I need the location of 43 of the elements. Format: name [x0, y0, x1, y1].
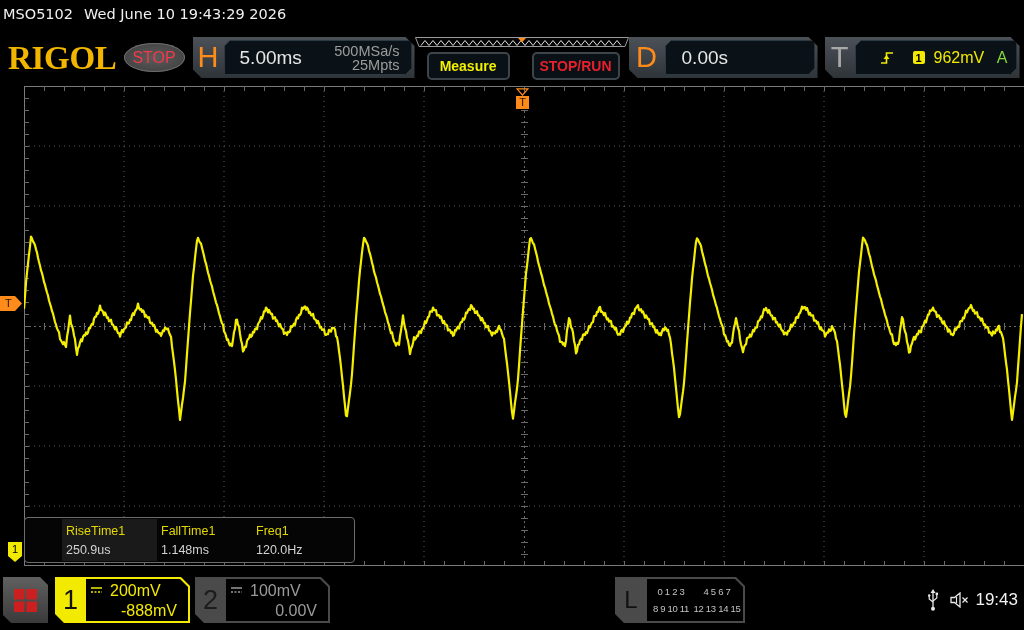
speaker-muted-icon: [950, 592, 970, 608]
timebase-value: 5.00ms: [239, 46, 302, 69]
digital-channel-numbers: 0 1 2 3: [656, 585, 686, 598]
trigger-button[interactable]: T 1 962mV A: [824, 37, 1020, 78]
memory-depth: 25Mpts: [351, 57, 400, 72]
measure-button[interactable]: Measure: [426, 52, 510, 80]
channel-offset: -888mV: [120, 600, 177, 620]
trigger-position-marker: T: [516, 88, 529, 109]
menu-button[interactable]: [3, 577, 48, 623]
channel-scale: 200mV: [110, 580, 161, 600]
digital-channel-numbers: 12 13 14 15: [692, 602, 742, 615]
dc-coupling-icon: [91, 587, 102, 593]
trigger-sweep-mode: A: [996, 48, 1008, 67]
stop-run-button[interactable]: STOP/RUN: [531, 52, 620, 80]
digital-channel-numbers: 8 9 10 11: [651, 602, 691, 615]
trigger-level: 962mV: [933, 48, 985, 67]
channel-offset: 0.00V: [275, 600, 317, 620]
measurement-label: Freq1: [256, 523, 290, 538]
channel-marker: 1: [8, 542, 22, 562]
digital-channel-numbers: 4 5 6 7: [702, 585, 732, 598]
sample-rate: 500MSa/s: [334, 43, 400, 58]
delay-value: 0.00s: [681, 46, 728, 69]
measurement-value: 250.9us: [66, 542, 112, 557]
delay-button[interactable]: D 0.00s: [628, 37, 818, 78]
channel-scale: 100mV: [250, 580, 301, 600]
horizontal-button[interactable]: H 5.00ms 500MSa/s 25Mpts: [192, 37, 415, 78]
channel-button[interactable]: 1 200mV -888mV: [55, 577, 190, 623]
model-name: MSO5102: [3, 6, 74, 22]
measurement-label: RiseTime1: [66, 523, 127, 538]
run-status-badge: STOP: [123, 43, 185, 72]
measurement-label: FallTime1: [161, 523, 217, 538]
usb-icon: [928, 589, 939, 611]
rising-edge-icon: [879, 50, 894, 65]
clock-time: 19:43: [975, 590, 1018, 610]
measurement-value: 1.148ms: [161, 542, 210, 557]
brand-logo: RIGOL: [8, 39, 117, 78]
trigger-source-badge: 1: [912, 51, 925, 64]
menu-icon: [14, 588, 37, 612]
trigger-level-marker: T: [0, 296, 22, 311]
date-time: Wed June 10 19:43:29 2026: [84, 6, 287, 22]
logic-button[interactable]: L 0 1 2 3 4 5 6 7 8 9 10 11 12 13 14 15: [615, 577, 745, 623]
dc-coupling-icon: [231, 587, 242, 593]
measurement-value: 120.0Hz: [256, 542, 304, 557]
